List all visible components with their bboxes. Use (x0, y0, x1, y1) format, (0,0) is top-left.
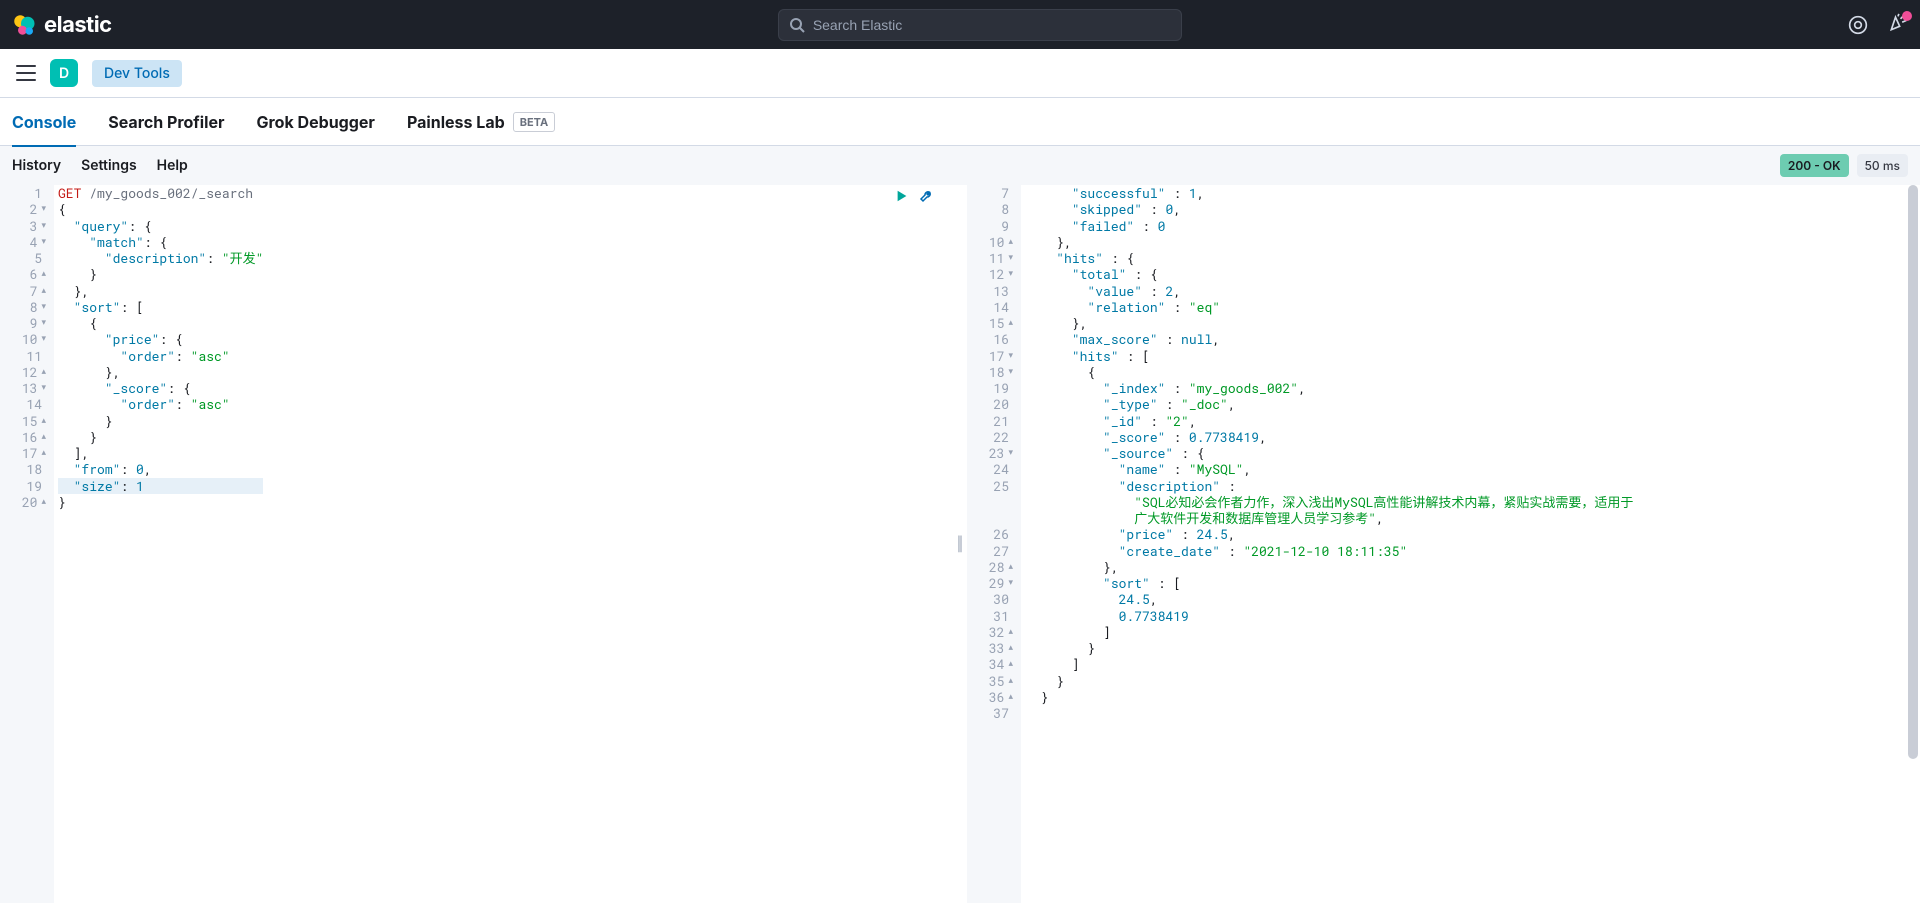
request-gutter: 12▾3▾4▾56▴7▴8▾9▾10▾1112▴13▾1415▴16▴17▴18… (0, 185, 54, 903)
search-icon (789, 17, 805, 33)
response-pane: 78910▴11▾12▾131415▴1617▾18▾1920212223▾24… (967, 185, 1920, 903)
editor-area: 12▾3▾4▾56▴7▴8▾9▾10▾1112▴13▾1415▴16▴17▴18… (0, 185, 1920, 903)
request-code[interactable]: GET /my_goods_002/_search{ "query": { "m… (54, 185, 263, 903)
sub-bar: D Dev Tools (0, 49, 1920, 98)
global-search[interactable] (778, 9, 1182, 41)
request-pane[interactable]: 12▾3▾4▾56▴7▴8▾9▾10▾1112▴13▾1415▴16▴17▴18… (0, 185, 953, 903)
response-status: 200 - OK (1780, 154, 1849, 177)
help-link[interactable]: Help (157, 157, 188, 174)
elastic-logo-icon (12, 13, 36, 37)
space-badge[interactable]: D (50, 59, 78, 87)
search-wrap (112, 9, 1848, 41)
tab-label: Painless Lab (407, 112, 505, 132)
tab-label: Grok Debugger (257, 112, 375, 132)
search-input[interactable] (813, 17, 1171, 33)
beta-badge: BETA (513, 112, 556, 132)
tab-grok-debugger[interactable]: Grok Debugger (257, 98, 375, 146)
response-code[interactable]: "successful" : 1, "skipped" : 0, "failed… (1021, 185, 1633, 903)
brand-text: elastic (44, 12, 112, 38)
pane-splitter[interactable]: ‖ (953, 185, 967, 903)
top-icons (1848, 13, 1908, 37)
scrollbar-thumb[interactable] (1908, 185, 1918, 759)
history-link[interactable]: History (12, 157, 61, 174)
response-time: 50 ms (1857, 154, 1908, 177)
tab-label: Search Profiler (108, 112, 224, 132)
nav-toggle[interactable] (16, 65, 36, 81)
settings-link[interactable]: Settings (81, 157, 137, 174)
response-scrollbar[interactable] (1908, 185, 1918, 903)
tab-painless-lab[interactable]: Painless Lab BETA (407, 98, 555, 146)
tabs-bar: Console Search Profiler Grok Debugger Pa… (0, 98, 1920, 146)
top-bar: elastic (0, 0, 1920, 49)
tab-search-profiler[interactable]: Search Profiler (108, 98, 224, 146)
send-request-icon[interactable] (895, 189, 909, 203)
logo[interactable]: elastic (12, 12, 112, 38)
response-gutter: 78910▴11▾12▾131415▴1617▾18▾1920212223▾24… (967, 185, 1021, 903)
news-feed[interactable] (1888, 13, 1908, 37)
notification-dot (1902, 11, 1912, 21)
breadcrumb-devtools[interactable]: Dev Tools (92, 60, 182, 87)
wrench-icon[interactable] (919, 189, 935, 205)
console-toolbar: History Settings Help 200 - OK 50 ms (0, 146, 1920, 185)
tab-label: Console (12, 112, 76, 132)
tab-console[interactable]: Console (12, 98, 76, 146)
help-icon[interactable] (1848, 15, 1868, 35)
